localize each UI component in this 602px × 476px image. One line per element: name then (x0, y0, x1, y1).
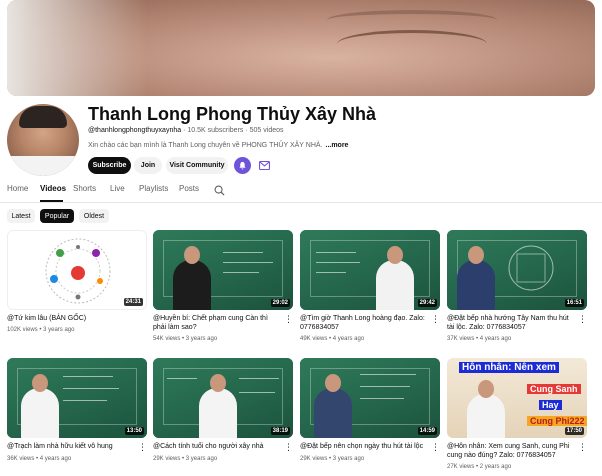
video-title[interactable]: @Tứ kim lâu (BẢN GỐC) (7, 314, 135, 323)
video-thumbnail[interactable]: 13:50 (7, 358, 147, 438)
channel-description-text: Xin chào các bạn mình là Thanh Long chuy… (88, 142, 323, 149)
video-meta: 54K views • 3 years ago (153, 336, 218, 342)
thumbnail-caption-2: Cung Sanh (527, 384, 581, 394)
video-card[interactable]: 14:59 @Đặt bếp nên chọn ngày thu hút tài… (300, 358, 440, 466)
more-options-icon[interactable]: ⋮ (431, 443, 440, 452)
more-options-icon[interactable]: ⋮ (578, 315, 587, 324)
video-card[interactable]: 16:51 @Đặt bếp nhà hướng Tây Nam thu hút… (447, 230, 587, 344)
video-meta: 49K views • 4 years ago (300, 336, 365, 342)
video-duration: 29:02 (270, 299, 290, 307)
channel-banner (7, 0, 595, 96)
video-card[interactable]: 29:42 @Tìm giờ Thanh Long hoàng đạo. Zal… (300, 230, 440, 344)
more-link[interactable]: ...more (326, 142, 349, 149)
tab-playlists[interactable]: Playlists (139, 184, 168, 193)
video-thumbnail[interactable]: Hôn nhân: Nên xem Cung Sanh Hay Cung Phi… (447, 358, 587, 438)
channel-tabs: Home Videos Shorts Live Playlists Posts (0, 184, 602, 202)
video-duration: 29:42 (417, 299, 437, 307)
tabs-divider (0, 202, 602, 203)
tab-posts[interactable]: Posts (179, 184, 199, 193)
channel-handle: @thanhlongphongthuyxaynha (88, 127, 182, 134)
video-meta: 27K views • 2 years ago (447, 464, 512, 470)
chip-latest[interactable]: Latest (7, 209, 35, 223)
video-duration: 17:50 (564, 427, 584, 435)
bell-icon (239, 161, 246, 170)
video-count: 505 videos (249, 127, 284, 134)
video-duration: 38:19 (270, 427, 290, 435)
tab-shorts[interactable]: Shorts (73, 184, 96, 193)
thumbnail-caption-3: Hay (539, 400, 562, 410)
video-meta: 29K views • 3 years ago (300, 456, 365, 462)
channel-description[interactable]: Xin chào các bạn mình là Thanh Long chuy… (88, 142, 348, 149)
video-thumbnail[interactable]: 24:31 (7, 230, 147, 310)
more-options-icon[interactable]: ⋮ (284, 315, 293, 324)
video-thumbnail[interactable]: 38:19 (153, 358, 293, 438)
thumbnail-caption-4: Cung Phi222 (527, 416, 587, 426)
video-thumbnail[interactable]: 14:59 (300, 358, 440, 438)
search-button[interactable] (214, 183, 225, 201)
video-meta: 29K views • 3 years ago (153, 456, 218, 462)
notification-bell-button[interactable] (234, 157, 251, 174)
video-title[interactable]: @Trạch làm nhà hữu kiết vô hung (7, 442, 135, 451)
tab-live[interactable]: Live (110, 184, 125, 193)
more-options-icon[interactable]: ⋮ (284, 443, 293, 452)
video-card[interactable]: 24:31 @Tứ kim lâu (BẢN GỐC) 102K views •… (7, 230, 147, 338)
video-title[interactable]: @Cách tính tuổi cho người xây nhà (153, 442, 281, 451)
channel-meta: @thanhlongphongthuyxaynha · 10.5K subscr… (88, 127, 284, 134)
subscriber-count: 10.5K subscribers (187, 127, 244, 134)
thumbnail-caption-1: Hôn nhân: Nên xem (459, 362, 559, 373)
video-meta: 102K views • 3 years ago (7, 327, 75, 333)
video-duration: 16:51 (564, 299, 584, 307)
more-options-icon[interactable]: ⋮ (138, 443, 147, 452)
tab-videos[interactable]: Videos (40, 184, 66, 193)
search-icon (214, 185, 225, 196)
video-meta: 36K views • 4 years ago (7, 456, 72, 462)
chip-popular[interactable]: Popular (40, 209, 74, 223)
video-duration: 24:31 (123, 298, 143, 306)
video-title[interactable]: @Đặt bếp nên chọn ngày thu hút tài lộc (300, 442, 428, 451)
mail-icon (259, 161, 270, 170)
more-options-icon[interactable]: ⋮ (431, 315, 440, 324)
join-button[interactable]: Join (134, 157, 162, 174)
video-duration: 13:50 (124, 427, 144, 435)
video-thumbnail[interactable]: 16:51 (447, 230, 587, 310)
channel-name: Thanh Long Phong Thủy Xây Nhà (88, 104, 376, 124)
video-title[interactable]: @Tìm giờ Thanh Long hoàng đạo. Zalo: 077… (300, 314, 428, 332)
mail-button[interactable] (256, 157, 273, 174)
video-card[interactable]: Hôn nhân: Nên xem Cung Sanh Hay Cung Phi… (447, 358, 587, 474)
subscribe-button[interactable]: Subscribe (88, 157, 131, 174)
video-duration: 14:59 (417, 427, 437, 435)
video-meta: 37K views • 4 years ago (447, 336, 512, 342)
tab-home[interactable]: Home (7, 184, 28, 193)
video-card[interactable]: 38:19 @Cách tính tuổi cho người xây nhà … (153, 358, 293, 466)
video-thumbnail[interactable]: 29:42 (300, 230, 440, 310)
video-card[interactable]: 13:50 @Trạch làm nhà hữu kiết vô hung ⋮ … (7, 358, 147, 466)
visit-community-button[interactable]: Visit Community (166, 157, 228, 174)
video-title[interactable]: @Hôn nhân: Xem cung Sanh, cung Phi cung … (447, 442, 575, 460)
more-options-icon[interactable]: ⋮ (578, 443, 587, 452)
video-title[interactable]: @Đặt bếp nhà hướng Tây Nam thu hút tài l… (447, 314, 575, 332)
video-thumbnail[interactable]: 29:02 (153, 230, 293, 310)
channel-avatar[interactable] (7, 104, 79, 176)
chip-oldest[interactable]: Oldest (79, 209, 109, 223)
video-card[interactable]: 29:02 @Huyền bí: Chết phạm cung Càn thì … (153, 230, 293, 344)
video-title[interactable]: @Huyền bí: Chết phạm cung Càn thì phải l… (153, 314, 281, 332)
